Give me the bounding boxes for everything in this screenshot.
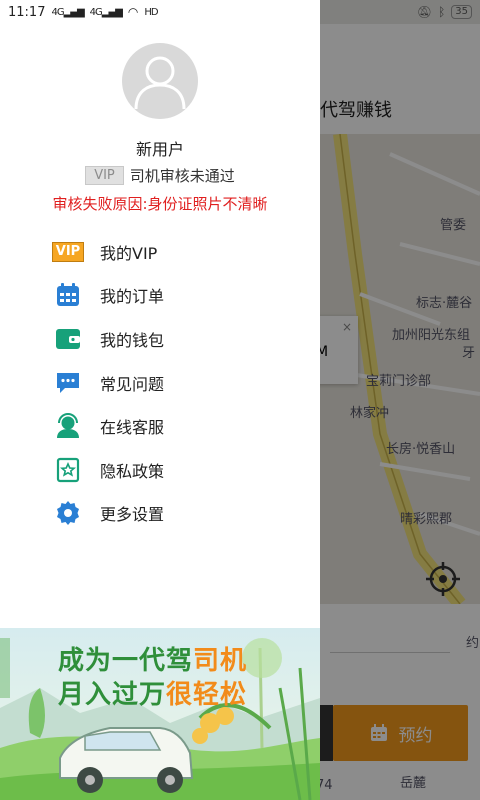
review-status: 司机审核未通过	[129, 167, 235, 185]
chat-icon	[52, 367, 84, 399]
gear-icon	[52, 497, 84, 529]
banner-line-1: 成为一代驾司机	[58, 646, 248, 676]
menu-item-label: 常见问题	[100, 374, 165, 394]
menu-item-label: 更多设置	[100, 505, 165, 525]
wifi-icon: ◠	[127, 5, 139, 19]
menu-item-vip[interactable]: VIP 我的VIP	[52, 230, 164, 274]
recruit-banner[interactable]: 成为一代驾司机 月入过万很轻松	[0, 628, 320, 800]
hd-icon: HD	[144, 6, 158, 18]
menu-item-settings[interactable]: 更多设置	[52, 492, 164, 536]
banner-line-2: 月入过万很轻松	[58, 680, 248, 710]
privacy-policy-icon	[52, 454, 84, 486]
menu-item-orders[interactable]: 我的订单	[52, 274, 164, 318]
signal-icon: 4G▂▄▆	[51, 6, 84, 18]
menu-item-label: 我的VIP	[100, 243, 158, 263]
bluetooth-icon: ᛒ	[438, 5, 446, 19]
menu-item-wallet[interactable]: 我的钱包	[52, 317, 164, 361]
review-fail-reason: 审核失败原因:身份证照片不清晰	[52, 195, 268, 213]
drawer-menu: VIP 我的VIP 我的订单 我的钱包 常见问题 在线客服 隐私政策 更多设置	[52, 230, 164, 535]
menu-item-label: 隐私政策	[100, 461, 165, 481]
vip-badge: VIP	[85, 166, 124, 185]
user-name: 新用户	[135, 140, 184, 159]
menu-item-privacy[interactable]: 隐私政策	[52, 448, 164, 492]
vip-icon: VIP	[52, 236, 84, 268]
user-avatar-icon	[134, 56, 186, 110]
battery-icon: 35	[451, 5, 472, 19]
menu-item-label: 我的订单	[100, 287, 165, 307]
drawer-scrim[interactable]	[320, 0, 480, 800]
navigation-drawer: 新用户 VIP 司机审核未通过 审核失败原因:身份证照片不清晰 VIP 我的VI…	[0, 0, 320, 800]
menu-item-customer-service[interactable]: 在线客服	[52, 404, 164, 448]
menu-item-label: 我的钱包	[100, 330, 165, 350]
avatar[interactable]	[122, 43, 198, 119]
status-time: 11:17	[8, 4, 46, 20]
customer-service-icon	[52, 410, 84, 442]
menu-item-label: 在线客服	[100, 418, 165, 438]
status-bar: 11:17 4G▂▄▆ 4G▂▄▆ ◠ HD 🔕︎ ᛒ 35	[0, 0, 480, 24]
menu-item-faq[interactable]: 常见问题	[52, 361, 164, 405]
wallet-icon	[52, 323, 84, 355]
calendar-icon	[52, 279, 84, 311]
review-status-row: VIP 司机审核未通过	[0, 165, 320, 186]
silent-icon: 🔕︎	[416, 5, 433, 19]
signal-icon: 4G▂▄▆	[89, 6, 123, 18]
